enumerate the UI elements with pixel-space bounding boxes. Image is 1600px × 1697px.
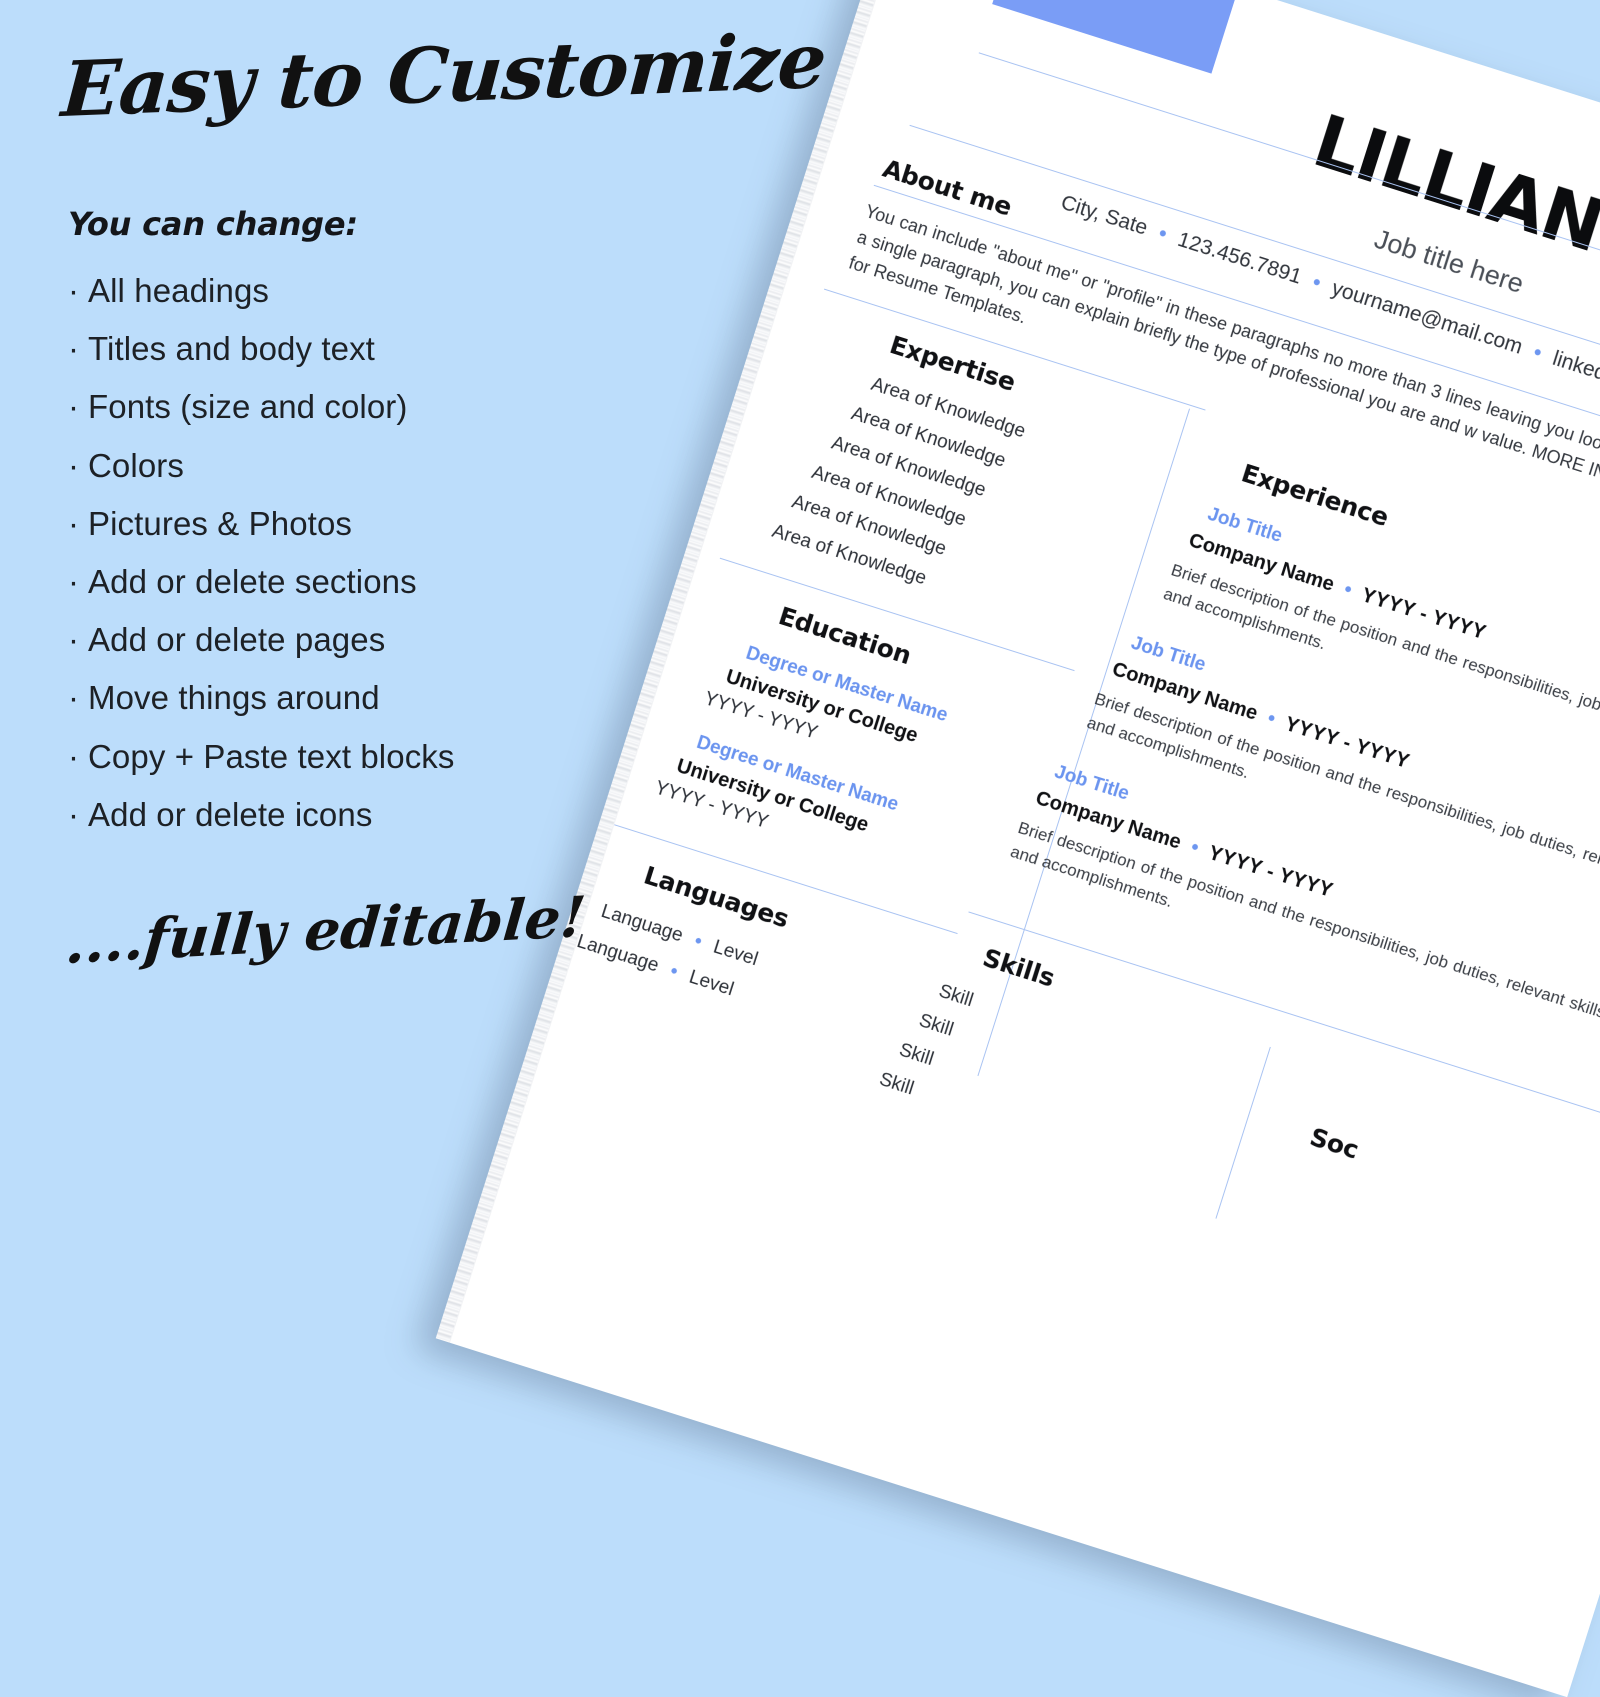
column-divider [1215, 1046, 1271, 1219]
page-title: Easy to Customize [59, 15, 829, 134]
contact-phone: 123.456.7891 [1174, 227, 1305, 289]
skill-item: Skill [876, 1068, 917, 1100]
accent-color-block [992, 0, 1250, 74]
feature-list: All headings Titles and body text Fonts … [68, 262, 688, 844]
bullet-separator-icon: • [1530, 340, 1545, 365]
skill-item: Skill [896, 1039, 937, 1071]
promo-footer-tagline: ....fully editable! [63, 884, 589, 977]
bullet-separator-icon: • [1188, 836, 1202, 860]
list-item: Copy + Paste text blocks [68, 728, 688, 786]
contact-linkedin[interactable]: linkedin.com/usern [1550, 347, 1600, 422]
list-item: All headings [68, 262, 688, 320]
list-item: Pictures & Photos [68, 495, 688, 553]
list-item: Move things around [68, 669, 688, 727]
list-item: Titles and body text [68, 320, 688, 378]
list-item: Add or delete pages [68, 611, 688, 669]
section-heading-social: Soc [1306, 1122, 1363, 1165]
promo-subheading: You can change: [68, 205, 358, 243]
list-item: Add or delete sections [68, 553, 688, 611]
bullet-separator-icon: • [1155, 221, 1170, 246]
skill-item: Skill [936, 980, 976, 1012]
list-item: Colors [68, 437, 688, 495]
language-level: Level [710, 936, 761, 971]
list-item: Add or delete icons [68, 786, 688, 844]
bullet-separator-icon: • [1264, 707, 1278, 731]
list-item: Fonts (size and color) [68, 378, 688, 436]
skill-item: Skill [916, 1010, 956, 1041]
section-heading-skills: Skills [979, 942, 1059, 993]
bullet-separator-icon: • [1309, 270, 1324, 295]
bullet-separator-icon: • [1341, 578, 1355, 602]
contact-location: City, Sate [1058, 190, 1151, 240]
promo-panel: Easy to Customize You can change: All he… [0, 0, 828, 1066]
